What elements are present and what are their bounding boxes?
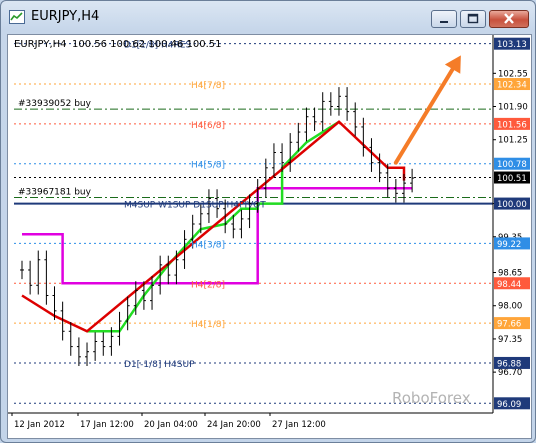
price-tick-label: 96.70 (498, 368, 522, 378)
chart-symbol-label: EURJPY,H4 (14, 39, 67, 50)
chart-window[interactable]: EURJPY,H4 #33939052 buy #33967181 buy D1[1… (0, 0, 536, 443)
minimize-button[interactable] (431, 10, 457, 28)
level-label: M4SUP W1SUP D1SUP H4PIVOT (124, 201, 266, 211)
price-badge-label: 98.44 (497, 280, 521, 290)
close-icon (504, 13, 514, 24)
level-label: H4[1/8] (191, 320, 225, 330)
chart-area[interactable]: #33939052 buy #33967181 buy D1[1/8] H4RES H… (7, 34, 532, 439)
time-tick-label: 24 Jan 20:00 (207, 420, 261, 430)
price-badge-label: 101.56 (497, 120, 527, 130)
price-tick-label: 98.65 (498, 269, 522, 279)
price-badge-label: 99.22 (497, 240, 521, 250)
price-tick-label: 101.90 (498, 103, 528, 113)
price-tick-label: 101.25 (498, 136, 528, 146)
level-label: H4[7/8] (191, 81, 225, 91)
price-tick-label: 97.35 (498, 335, 522, 345)
window-title: EURJPY,H4 (31, 9, 100, 24)
price-tick-label: 102.55 (498, 69, 528, 79)
chart-ohlc-values: 100.56 100.62 100.46 100.51 (72, 39, 222, 50)
level-label: D1[-1/8] H4SUP (124, 360, 195, 370)
time-tick-label: 20 Jan 04:00 (144, 420, 198, 430)
maximize-icon (467, 13, 479, 24)
watermark: RoboForex (392, 389, 471, 407)
time-tick-label: 17 Jan 12:00 (80, 420, 134, 430)
chart-icon (9, 10, 25, 24)
close-button[interactable] (489, 10, 529, 28)
price-badge-label: 96.09 (497, 400, 521, 410)
order-label: #33939052 buy (18, 99, 92, 109)
price-badge-label: 103.13 (497, 40, 527, 50)
level-label: H4[3/8] (191, 240, 225, 250)
maximize-button[interactable] (460, 10, 486, 28)
trend-line (21, 120, 406, 333)
price-badge-label: 100.51 (497, 174, 527, 184)
time-tick-label: 27 Jan 12:00 (272, 420, 326, 430)
price-tick-label: 98.00 (498, 302, 522, 312)
level-label: H4[5/8] (191, 161, 225, 171)
price-badge-label: 96.88 (497, 359, 521, 369)
order-label: #33967181 buy (18, 187, 92, 197)
level-label: H4[6/8] (191, 121, 225, 131)
minimize-icon (440, 21, 448, 23)
forecast-arrow (393, 63, 457, 165)
title-bar[interactable]: EURJPY,H4 (1, 1, 535, 33)
price-chart[interactable]: #33939052 buy#33967181 buyD1[1/8] H4RESH… (8, 35, 531, 438)
price-badge-label: 97.66 (497, 320, 521, 330)
price-badge-label: 100.00 (497, 200, 527, 210)
price-badge-label: 100.78 (497, 160, 527, 170)
price-badge-label: 102.34 (497, 81, 527, 91)
level-label: H4[2/8] (191, 280, 225, 290)
time-tick-label: 12 Jan 2012 (14, 420, 65, 430)
